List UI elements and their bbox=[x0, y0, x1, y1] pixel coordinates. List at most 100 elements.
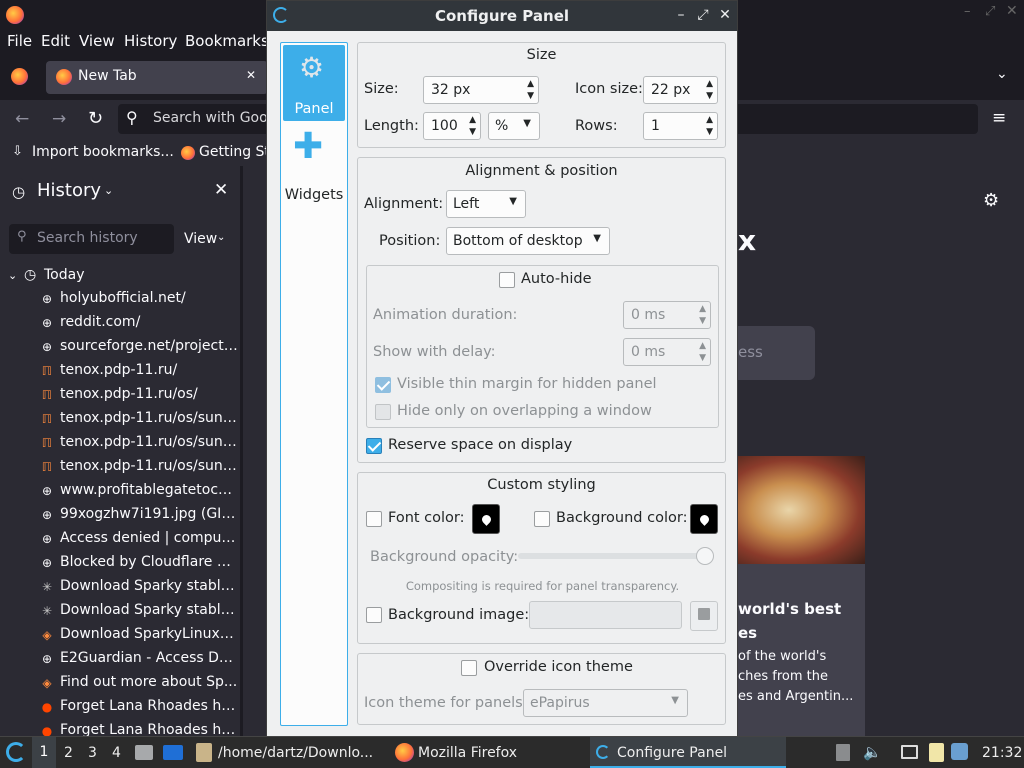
background-color-label[interactable]: Background color: bbox=[556, 510, 687, 526]
reserve-space-label[interactable]: Reserve space on display bbox=[388, 437, 572, 453]
desktop-2-button[interactable]: 2 bbox=[64, 745, 73, 761]
today-expand-icon[interactable]: ⌄ bbox=[8, 269, 17, 282]
maximize-icon[interactable]: ⤢ bbox=[694, 6, 712, 24]
view-menu-chevron-icon[interactable]: ⌄ bbox=[217, 232, 225, 243]
autohide-checkbox[interactable] bbox=[499, 272, 515, 288]
rows-spinbox[interactable]: 1 ▲ ▼ bbox=[643, 112, 718, 140]
close-sidebar-icon[interactable]: ✕ bbox=[214, 180, 228, 200]
overlap-checkbox[interactable] bbox=[375, 404, 391, 420]
spin-arrows-icon[interactable]: ▲ ▼ bbox=[706, 114, 713, 138]
spin-arrows-icon[interactable]: ▲ ▼ bbox=[527, 78, 534, 102]
story-card[interactable]: world's best es of the world's ches from… bbox=[738, 456, 865, 736]
show-delay-spinbox[interactable]: 0 ms ▲ ▼ bbox=[623, 338, 711, 366]
bookmark-import[interactable]: Import bookmarks... bbox=[32, 144, 174, 160]
size-spinbox[interactable]: 32 px ▲ ▼ bbox=[423, 76, 539, 104]
view-menu-button[interactable]: View bbox=[184, 231, 217, 247]
history-item[interactable]: ⊕ www.profitablegatetoco... bbox=[40, 480, 240, 504]
background-color-button[interactable] bbox=[690, 504, 718, 534]
font-color-button[interactable] bbox=[472, 504, 500, 534]
autohide-label[interactable]: Auto-hide bbox=[521, 271, 592, 287]
history-item[interactable]: ℿtenox.pdp-11.ru/ bbox=[40, 360, 240, 384]
menu-edit[interactable]: Edit bbox=[41, 32, 70, 50]
slider-handle[interactable] bbox=[696, 547, 714, 565]
history-item[interactable]: ⊕ holyubofficial.net/ bbox=[40, 288, 240, 312]
desktop-3-button[interactable]: 3 bbox=[88, 745, 97, 761]
position-combo[interactable]: Bottom of desktop ▼ bbox=[446, 227, 610, 255]
spin-arrows-icon[interactable]: ▲ ▼ bbox=[699, 303, 706, 327]
history-item[interactable]: ⊕ Access denied | comput... bbox=[40, 528, 240, 552]
show-desktop-icon[interactable] bbox=[163, 745, 183, 760]
task-firefox[interactable]: Mozilla Firefox bbox=[418, 745, 517, 761]
network-icon[interactable] bbox=[901, 745, 918, 759]
minimize-window-icon[interactable]: – bbox=[964, 4, 971, 19]
page-widgets[interactable]: ✚ Widgets bbox=[283, 127, 345, 204]
history-item[interactable]: ⊕ E2Guardian - Access De... bbox=[40, 648, 240, 672]
reload-icon[interactable]: ↻ bbox=[88, 108, 103, 129]
icon-theme-combo[interactable]: ePapirus ▼ bbox=[523, 689, 688, 717]
thin-margin-label[interactable]: Visible thin margin for hidden panel bbox=[397, 376, 657, 392]
history-item[interactable]: ℿtenox.pdp-11.ru/os/suno... bbox=[40, 432, 240, 456]
task-configure-panel-active[interactable]: Configure Panel bbox=[590, 737, 786, 768]
spin-arrows-icon[interactable]: ▲ ▼ bbox=[706, 78, 713, 102]
reserve-space-checkbox[interactable] bbox=[366, 438, 382, 454]
newtab-search-box[interactable]: ess bbox=[738, 326, 815, 380]
back-icon[interactable]: ← bbox=[15, 109, 29, 129]
history-group-today[interactable]: Today bbox=[44, 267, 85, 283]
length-spinbox[interactable]: 100 ▲ ▼ bbox=[423, 112, 481, 140]
desktop-1-button[interactable]: 1 bbox=[32, 737, 56, 768]
history-item[interactable]: ⊕ Blocked by Cloudflare G... bbox=[40, 552, 240, 576]
file-manager-icon[interactable] bbox=[135, 745, 153, 760]
close-window-icon[interactable]: ✕ bbox=[1006, 3, 1018, 19]
menu-view[interactable]: View bbox=[79, 32, 115, 50]
spin-arrows-icon[interactable]: ▲ ▼ bbox=[699, 340, 706, 364]
dialog-titlebar[interactable]: Configure Panel – ⤢ ✕ bbox=[267, 1, 737, 31]
settings-gear-icon[interactable]: ⚙ bbox=[983, 190, 999, 211]
font-color-label[interactable]: Font color: bbox=[388, 510, 465, 526]
close-icon[interactable]: ✕ bbox=[716, 6, 734, 24]
sidebar-title[interactable]: History bbox=[37, 180, 101, 201]
history-item[interactable]: ✳ Download Sparky stable... bbox=[40, 576, 240, 600]
thin-margin-checkbox[interactable] bbox=[375, 377, 391, 393]
start-menu-icon[interactable] bbox=[6, 742, 26, 762]
task-file-manager[interactable]: /home/dartz/Downlo... bbox=[218, 745, 373, 761]
override-icon-theme-label[interactable]: Override icon theme bbox=[484, 659, 633, 675]
history-item[interactable]: ⊕ sourceforge.net/projects... bbox=[40, 336, 240, 360]
icon-size-spinbox[interactable]: 22 px ▲ ▼ bbox=[643, 76, 718, 104]
history-item[interactable]: ℿtenox.pdp-11.ru/os/suno... bbox=[40, 408, 240, 432]
tab-new-tab[interactable]: New Tab ✕ bbox=[46, 61, 268, 94]
history-item[interactable]: ● Forget Lana Rhoades he... bbox=[40, 696, 240, 720]
browse-image-button[interactable] bbox=[690, 601, 718, 631]
override-icon-theme-checkbox[interactable] bbox=[461, 660, 477, 676]
spin-arrows-icon[interactable]: ▲ ▼ bbox=[469, 114, 476, 138]
close-tab-icon[interactable]: ✕ bbox=[246, 68, 256, 82]
background-color-checkbox[interactable] bbox=[534, 511, 550, 527]
history-item[interactable]: ◈ Download SparkyLinux f... bbox=[40, 624, 240, 648]
history-item[interactable]: ℿtenox.pdp-11.ru/os/ bbox=[40, 384, 240, 408]
clock[interactable]: 21:32 bbox=[982, 745, 1022, 761]
clipboard-icon[interactable] bbox=[929, 743, 944, 762]
animation-duration-spinbox[interactable]: 0 ms ▲ ▼ bbox=[623, 301, 711, 329]
alignment-combo[interactable]: Left ▼ bbox=[446, 190, 526, 218]
history-item[interactable]: ✳ Download Sparky stable... bbox=[40, 600, 240, 624]
menu-file[interactable]: File bbox=[7, 32, 32, 50]
volume-icon[interactable]: 🔈 bbox=[863, 743, 882, 761]
menu-bookmarks[interactable]: Bookmarks bbox=[185, 32, 269, 50]
updates-icon[interactable] bbox=[951, 743, 968, 760]
bookmark-getting-started[interactable]: Getting St bbox=[199, 144, 266, 160]
minimize-icon[interactable]: – bbox=[672, 6, 690, 24]
background-opacity-slider[interactable] bbox=[518, 547, 714, 565]
menu-hamburger-icon[interactable]: ≡ bbox=[992, 108, 1006, 128]
forward-icon[interactable]: → bbox=[52, 109, 66, 129]
history-search-input[interactable]: ⚲ Search history bbox=[9, 224, 174, 254]
background-image-checkbox[interactable] bbox=[366, 607, 382, 623]
tab-list-icon[interactable]: ⌄ bbox=[996, 66, 1008, 82]
font-color-checkbox[interactable] bbox=[366, 511, 382, 527]
length-unit-combo[interactable]: % ▼ bbox=[488, 112, 540, 140]
desktop-4-button[interactable]: 4 bbox=[112, 745, 121, 761]
history-item[interactable]: ⊕ reddit.com/ bbox=[40, 312, 240, 336]
background-image-label[interactable]: Background image: bbox=[388, 607, 529, 623]
history-item[interactable]: ◈ Find out more about Sp... bbox=[40, 672, 240, 696]
tray-up-icon[interactable] bbox=[836, 744, 850, 761]
page-panel[interactable]: ⚙ Panel bbox=[283, 45, 345, 121]
firefox-view-icon[interactable] bbox=[11, 68, 28, 85]
